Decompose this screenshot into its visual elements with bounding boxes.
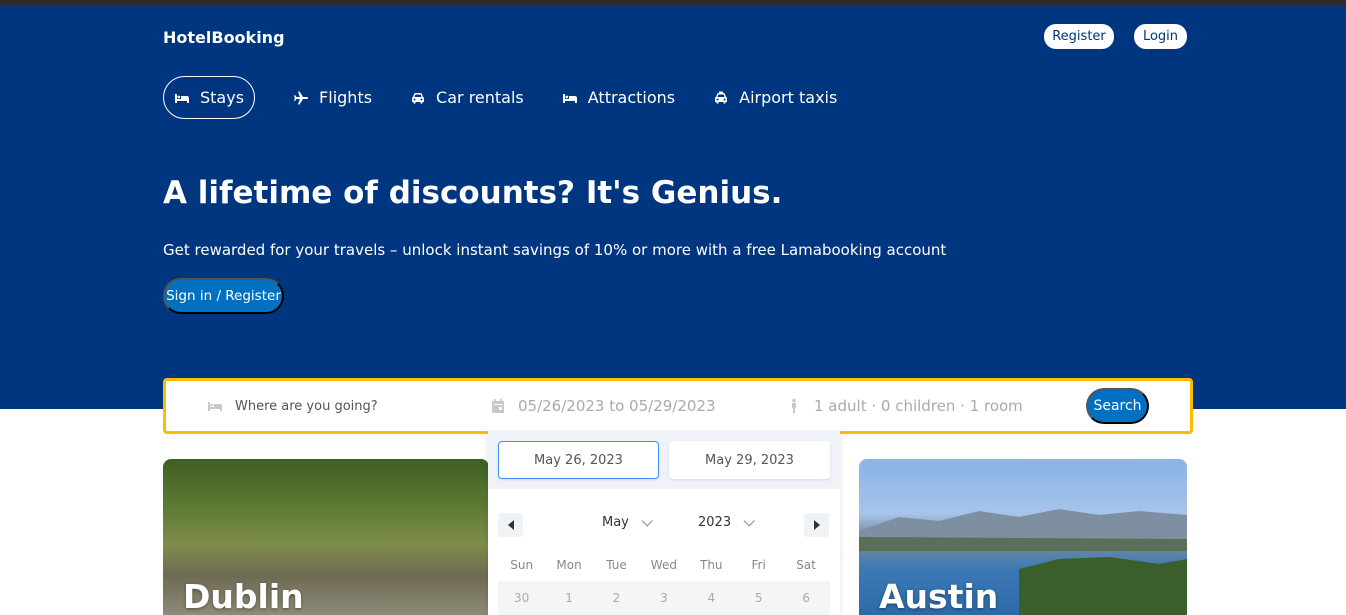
month-select[interactable]: May [602, 514, 653, 530]
tab-airport-taxis[interactable]: Airport taxis [713, 76, 837, 119]
date-range-text: 05/26/2023 to 05/29/2023 [518, 397, 716, 415]
calendar-day[interactable]: 30 [498, 591, 545, 605]
next-month-button[interactable] [804, 513, 829, 537]
calendar-day[interactable]: 3 [640, 591, 687, 605]
calendar-day[interactable]: 5 [735, 591, 782, 605]
calendar-day[interactable]: 1 [545, 591, 592, 605]
tab-car-rentals[interactable]: Car rentals [410, 76, 524, 119]
bed-icon [174, 90, 190, 106]
hero-subtitle: Get rewarded for your travels – unlock i… [163, 241, 947, 259]
destination-input[interactable] [235, 398, 465, 414]
tab-label: Car rentals [436, 88, 524, 107]
tab-label: Stays [200, 88, 245, 107]
weekday-label: Sun [510, 558, 534, 572]
weekday-label: Thu [699, 558, 723, 572]
card-title: Dublin [183, 577, 304, 615]
chevron-down-icon [743, 514, 755, 527]
year-select[interactable]: 2023 [698, 514, 755, 530]
hero-header: HotelBooking Register Login Stays Flight… [0, 5, 1346, 409]
prev-month-button[interactable] [498, 513, 523, 537]
weekday-label: Tue [606, 558, 627, 572]
hero-title: A lifetime of discounts? It's Genius. [163, 175, 783, 211]
weekday-label: Wed [650, 558, 677, 572]
destination-field[interactable] [207, 381, 465, 431]
card-title: Austin [879, 577, 999, 615]
signin-register-button[interactable]: Sign in / Register [163, 278, 284, 314]
bed-icon [562, 90, 578, 106]
calendar-day[interactable]: 4 [688, 591, 735, 605]
featured-card-dublin[interactable]: Dublin [163, 459, 489, 615]
register-button[interactable]: Register [1044, 24, 1114, 49]
month-value: May [602, 515, 629, 530]
site-logo[interactable]: HotelBooking [163, 28, 285, 47]
year-value: 2023 [698, 515, 732, 530]
weekday-header: Sun Mon Tue Wed Thu Fri Sat [498, 558, 830, 572]
date-range-field[interactable]: 05/26/2023 to 05/29/2023 [490, 381, 716, 431]
plane-icon [293, 90, 309, 106]
search-button[interactable]: Search [1086, 388, 1149, 424]
calendar-week-row: 30 1 2 3 4 5 6 [498, 581, 830, 615]
weekday-label: Fri [751, 558, 766, 572]
tab-attractions[interactable]: Attractions [562, 76, 675, 119]
date-picker: May 26, 2023 May 29, 2023 May 2023 Sun M… [488, 431, 840, 615]
tab-stays[interactable]: Stays [163, 76, 256, 119]
calendar-day[interactable]: 6 [782, 591, 829, 605]
tab-label: Flights [319, 88, 373, 107]
date-range-display: May 26, 2023 May 29, 2023 [488, 431, 840, 489]
car-icon [410, 90, 426, 106]
caret-right-icon [813, 520, 820, 530]
guests-field[interactable]: 1 adult · 0 children · 1 room [786, 381, 1023, 431]
login-button[interactable]: Login [1134, 24, 1187, 49]
search-bar: 05/26/2023 to 05/29/2023 1 adult · 0 chi… [163, 378, 1193, 434]
guests-text: 1 adult · 0 children · 1 room [814, 397, 1023, 415]
tab-label: Airport taxis [739, 88, 838, 107]
caret-left-icon [507, 520, 514, 530]
tab-label: Attractions [587, 88, 676, 107]
taxi-icon [713, 90, 729, 106]
weekday-label: Sat [796, 558, 816, 572]
end-date-box[interactable]: May 29, 2023 [669, 441, 830, 479]
calendar-icon [490, 398, 506, 414]
weekday-label: Mon [556, 558, 582, 572]
tab-flights[interactable]: Flights [293, 76, 372, 119]
featured-card-austin[interactable]: Austin [859, 459, 1187, 615]
chevron-down-icon [641, 514, 653, 527]
person-icon [786, 398, 802, 414]
bed-icon [207, 398, 223, 414]
start-date-box[interactable]: May 26, 2023 [498, 441, 659, 479]
nav-tabs: Stays Flights Car rentals Attractions Ai… [163, 76, 875, 119]
calendar-day[interactable]: 2 [593, 591, 640, 605]
